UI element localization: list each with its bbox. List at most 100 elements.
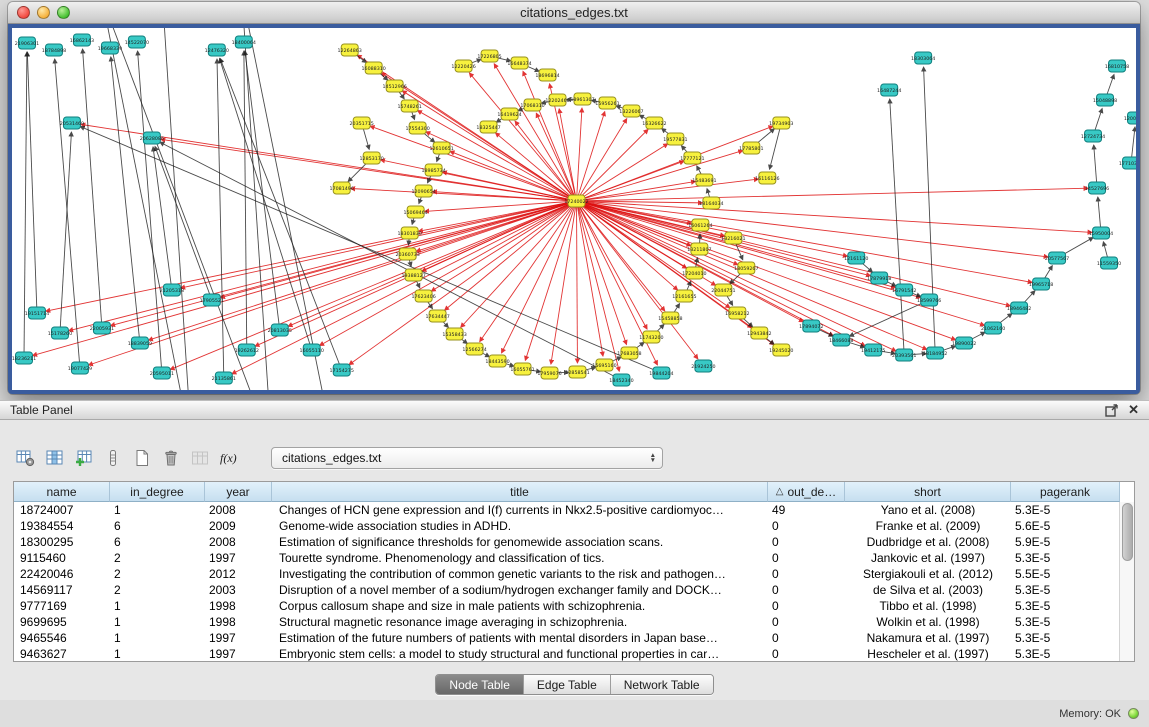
network-selector[interactable]: citations_edges.txt ▲▼ xyxy=(271,447,663,469)
graph-node[interactable]: 22005931 xyxy=(90,322,114,334)
graph-node[interactable]: 14527696 xyxy=(1085,182,1109,194)
graph-node[interactable]: 19151714 xyxy=(25,307,49,319)
graph-node[interactable]: 18184952 xyxy=(923,347,947,359)
graph-node[interactable]: 12003180 xyxy=(1124,112,1136,124)
select-columns-button[interactable] xyxy=(42,446,67,470)
graph-node[interactable]: 16487244 xyxy=(877,84,901,96)
graph-node[interactable]: 21924250 xyxy=(691,360,715,372)
graph-node[interactable]: 13226067 xyxy=(619,105,643,117)
table-row[interactable]: 1938455462009Genome-wide association stu… xyxy=(14,518,1134,534)
graph-node[interactable]: 20531469 xyxy=(60,117,84,129)
graph-node[interactable]: 20351715 xyxy=(350,117,374,129)
graph-node[interactable]: 19890022 xyxy=(952,337,976,349)
graph-node[interactable]: 12202460 xyxy=(545,94,569,106)
graph-node[interactable]: 18599766 xyxy=(917,294,941,306)
graph-node[interactable]: 12853170 xyxy=(360,152,384,164)
graph-node[interactable]: 20813035 xyxy=(268,324,292,336)
table-row[interactable]: 911546021997Tourette syndrome. Phenomeno… xyxy=(14,550,1134,566)
graph-node[interactable]: 19262612 xyxy=(235,344,259,356)
graph-node[interactable]: 18961307 xyxy=(570,93,594,105)
table-row[interactable]: 969969511998Structural magnetic resonanc… xyxy=(14,614,1134,630)
graph-node[interactable]: 17204010 xyxy=(682,267,706,279)
tab-edge-table[interactable]: Edge Table xyxy=(523,675,610,694)
graph-node[interactable]: 12161655 xyxy=(672,290,696,302)
graph-node[interactable]: 12090654 xyxy=(411,185,435,197)
graph-node[interactable]: 20577567 xyxy=(1045,252,1069,264)
graph-node[interactable]: 16419624 xyxy=(497,108,521,120)
table-row[interactable]: 946554611997Estimation of the future num… xyxy=(14,630,1134,646)
graph-node[interactable]: 11559350 xyxy=(1097,257,1121,269)
minimize-window-button[interactable] xyxy=(37,6,50,19)
graph-node[interactable]: 17634447 xyxy=(425,310,449,322)
graph-node[interactable]: 18164034 xyxy=(699,197,723,209)
graph-node[interactable]: 19412175 xyxy=(861,344,885,356)
graph-node[interactable]: 18839059 xyxy=(128,337,152,349)
graph-node[interactable]: 16791542 xyxy=(892,284,916,296)
graph-node[interactable]: 15048898 xyxy=(1093,94,1117,106)
graph-node[interactable]: 21906301 xyxy=(15,37,39,49)
graph-node[interactable]: 16088310 xyxy=(362,62,386,74)
graph-node[interactable]: 16116126 xyxy=(755,172,779,184)
column-header-year[interactable]: year xyxy=(205,482,272,502)
graph-node[interactable]: 15358433 xyxy=(442,328,466,340)
graph-node[interactable]: 16862143 xyxy=(70,34,94,46)
row-tools-button[interactable] xyxy=(100,446,125,470)
create-column-button[interactable] xyxy=(129,446,154,470)
zoom-window-button[interactable] xyxy=(57,6,70,19)
function-builder-button[interactable]: f(x) xyxy=(216,446,241,470)
graph-node[interactable]: 19245020 xyxy=(769,344,793,356)
graph-node[interactable]: 16326622 xyxy=(642,117,666,129)
table-scrollbar[interactable] xyxy=(1119,502,1134,661)
graph-node[interactable]: 12220426 xyxy=(451,60,475,72)
import-table-button[interactable] xyxy=(71,446,96,470)
graph-node[interactable]: 20360733 xyxy=(395,248,419,260)
graph-node[interactable]: 14522070 xyxy=(125,36,149,48)
graph-node[interactable]: 18059267 xyxy=(734,262,758,274)
close-panel-icon[interactable]: ✕ xyxy=(1128,404,1139,416)
graph-node[interactable]: 18236211 xyxy=(12,352,36,364)
table-row[interactable]: 1456911722003Disruption of a novel membe… xyxy=(14,582,1134,598)
graph-node[interactable]: 17068310 xyxy=(520,99,544,111)
graph-node[interactable]: 15458858 xyxy=(658,312,682,324)
column-header-out_degree[interactable]: △out_de… xyxy=(768,482,845,502)
graph-node[interactable]: 18303064 xyxy=(911,52,935,64)
graph-node[interactable]: 15695160 xyxy=(592,359,616,371)
graph-node[interactable]: 19734903 xyxy=(769,117,793,129)
graph-node[interactable]: 20595011 xyxy=(150,367,174,379)
graph-node[interactable]: 17777121 xyxy=(680,152,704,164)
graph-node[interactable]: 20393561 xyxy=(892,349,916,361)
graph-node[interactable]: 16055110 xyxy=(300,344,324,356)
tab-node-table[interactable]: Node Table xyxy=(436,675,523,694)
float-panel-icon[interactable] xyxy=(1105,404,1118,417)
graph-node[interactable]: 15178260 xyxy=(48,327,72,339)
graph-node[interactable]: 12724734 xyxy=(1081,130,1105,142)
graph-node[interactable]: 15069464 xyxy=(403,206,427,218)
graph-node[interactable]: 21062160 xyxy=(981,322,1005,334)
graph-node[interactable]: 13216021 xyxy=(721,232,745,244)
graph-node[interactable]: 17894072 xyxy=(799,320,823,332)
graph-node[interactable]: 16958212 xyxy=(725,307,749,319)
graph-node[interactable]: 12610651 xyxy=(429,142,453,154)
graph-node[interactable]: 19388127 xyxy=(401,269,425,281)
graph-node[interactable]: 19844204 xyxy=(649,367,673,379)
graph-node[interactable]: 17154275 xyxy=(330,364,354,376)
delete-columns-button[interactable] xyxy=(158,446,183,470)
graph-node[interactable]: 17240022 xyxy=(564,195,588,207)
graph-node[interactable]: 12161120 xyxy=(844,252,868,264)
graph-node[interactable]: 12943842 xyxy=(747,327,771,339)
graph-node[interactable]: 18985734 xyxy=(421,164,445,176)
rename-table-button[interactable] xyxy=(187,446,212,470)
graph-node[interactable]: 17879918 xyxy=(867,272,891,284)
graph-node[interactable]: 12264863 xyxy=(338,44,362,56)
graph-node[interactable]: 18301830 xyxy=(397,227,421,239)
column-header-pagerank[interactable]: pagerank xyxy=(1011,482,1120,502)
network-view[interactable]: 1724002212264863160883101451296615748261… xyxy=(8,24,1140,394)
column-header-name[interactable]: name xyxy=(14,482,110,502)
graph-node[interactable]: 15956261 xyxy=(595,97,619,109)
graph-node[interactable]: 18784898 xyxy=(42,44,66,56)
graph-node[interactable]: 21135861 xyxy=(212,372,236,384)
graph-node[interactable]: 18452340 xyxy=(609,374,633,386)
table-settings-button[interactable] xyxy=(13,446,38,470)
scrollbar-thumb[interactable] xyxy=(1122,503,1133,561)
close-window-button[interactable] xyxy=(17,6,30,19)
